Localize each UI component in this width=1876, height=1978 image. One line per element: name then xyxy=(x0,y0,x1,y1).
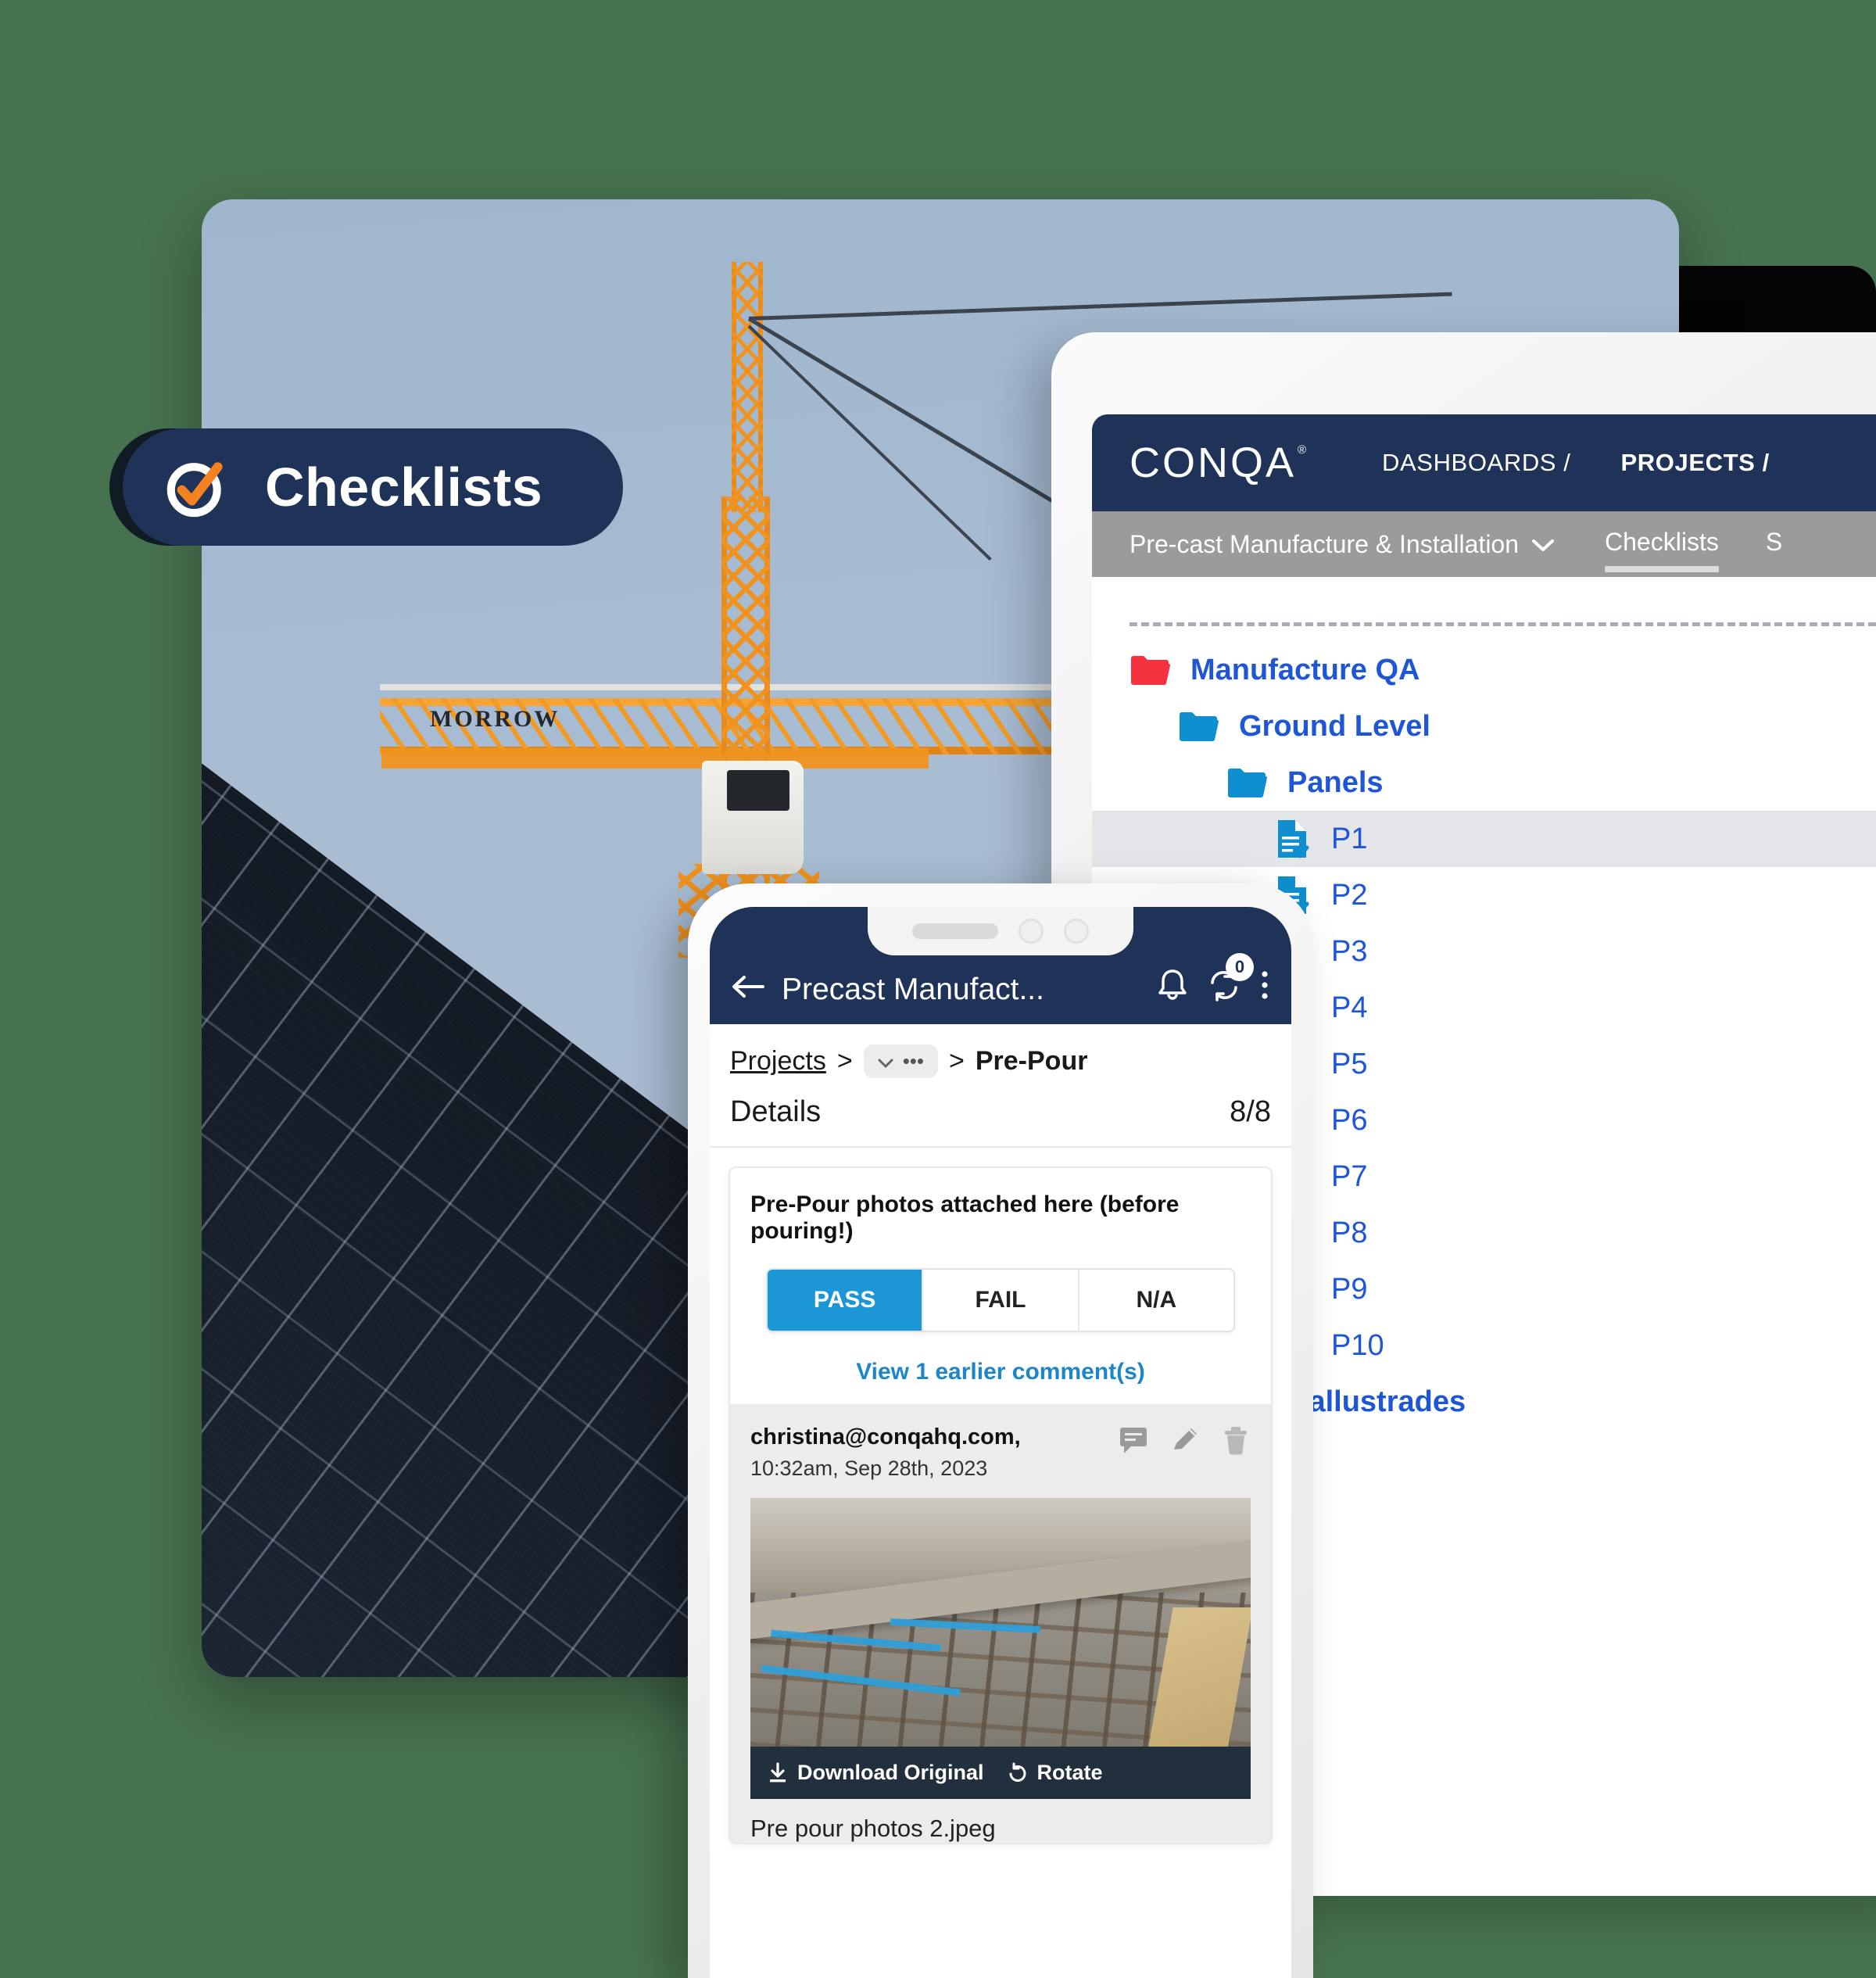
tree-item-ground-level[interactable]: Ground Level xyxy=(1092,698,1876,754)
check-circle-icon xyxy=(160,451,232,523)
tab-checklists[interactable]: Checklists xyxy=(1605,528,1719,572)
comment-block: christina@conqahq.com, 10:32am, Sep 28th… xyxy=(730,1404,1271,1843)
chevron-down-icon xyxy=(1531,530,1555,559)
crane-mast-top xyxy=(732,262,763,512)
tree-item-label: P4 xyxy=(1331,991,1368,1024)
checklist-document-icon xyxy=(1275,818,1311,860)
view-earlier-comments-link[interactable]: View 1 earlier comment(s) xyxy=(750,1359,1251,1385)
comment-timestamp: 10:32am, Sep 28th, 2023 xyxy=(750,1457,988,1480)
rotate-button[interactable]: Rotate xyxy=(1008,1761,1103,1785)
bell-icon[interactable] xyxy=(1155,967,1190,1007)
folder-open-icon xyxy=(1178,710,1219,743)
tablet-topbar: CONQA ® DASHBOARDS / PROJECTS / xyxy=(1092,414,1876,511)
photo-toolbar: Download Original Rotate xyxy=(750,1747,1251,1799)
folder-open-icon xyxy=(1226,766,1267,799)
breadcrumb-separator: > xyxy=(836,1046,853,1076)
tree-item-label: P9 xyxy=(1331,1272,1368,1306)
registered-mark: ® xyxy=(1297,443,1309,457)
crane-brand-label: MORROW xyxy=(430,706,560,732)
phone-notch xyxy=(868,907,1133,955)
checklist-question: Pre-Pour photos attached here (before po… xyxy=(750,1191,1180,1244)
details-progress: 8/8 xyxy=(1230,1095,1271,1128)
tree-item-manufacture-qa[interactable]: Manufacture QA xyxy=(1092,642,1876,698)
tablet-subbar: Pre-cast Manufacture & Installation Chec… xyxy=(1092,511,1876,577)
pass-button[interactable]: PASS xyxy=(768,1270,924,1331)
project-name: Pre-cast Manufacture & Installation xyxy=(1130,529,1520,558)
conqa-logo-text: CONQA xyxy=(1130,439,1297,486)
fail-button[interactable]: FAIL xyxy=(923,1270,1079,1331)
drop-zone-divider xyxy=(1130,622,1876,626)
chevron-down-icon xyxy=(878,1049,893,1073)
tree-item-label: Ground Level xyxy=(1239,709,1430,743)
earpiece-speaker xyxy=(912,923,998,939)
na-button[interactable]: N/A xyxy=(1079,1270,1233,1331)
sync-count-badge: 0 xyxy=(1226,953,1254,981)
tree-item-label: Manufacture QA xyxy=(1190,653,1420,686)
comment-icon[interactable] xyxy=(1118,1424,1151,1460)
tree-item-label: P10 xyxy=(1331,1328,1384,1362)
phone-device: Precast Manufact... 0 Projects > ••• > P… xyxy=(688,883,1313,1978)
breadcrumb-current: Pre-Pour xyxy=(975,1046,1088,1076)
crane-cab-window xyxy=(727,770,789,811)
tablet-tabs: Checklists S xyxy=(1605,528,1782,572)
details-header: Details 8/8 xyxy=(710,1092,1291,1148)
comment-author: christina@conqahq.com, xyxy=(750,1424,1021,1449)
proximity-sensor-icon xyxy=(1064,919,1089,944)
kebab-menu-icon[interactable] xyxy=(1258,967,1271,1007)
tree-item-label: P5 xyxy=(1331,1047,1368,1080)
conqa-logo[interactable]: CONQA ® xyxy=(1130,439,1306,487)
tree-item-label: P8 xyxy=(1331,1216,1368,1249)
tablet-main-nav: DASHBOARDS / PROJECTS / xyxy=(1382,449,1770,477)
breadcrumb-separator: > xyxy=(949,1046,965,1076)
tab-truncated[interactable]: S xyxy=(1766,528,1782,561)
checklists-badge-label: Checklists xyxy=(265,457,543,518)
breadcrumb-collapsed-chip[interactable]: ••• xyxy=(863,1045,938,1078)
project-selector[interactable]: Pre-cast Manufacture & Installation xyxy=(1130,530,1555,559)
download-original-button[interactable]: Download Original xyxy=(768,1761,984,1785)
photo-filename: Pre pour photos 2.jpeg xyxy=(750,1815,996,1842)
download-original-label: Download Original xyxy=(797,1761,984,1784)
pass-fail-na-group: PASS FAIL N/A xyxy=(766,1268,1235,1332)
rotate-label: Rotate xyxy=(1036,1761,1103,1784)
sync-icon[interactable]: 0 xyxy=(1205,953,1254,1007)
rotate-icon xyxy=(1008,1762,1028,1784)
crane-jib-walkway xyxy=(381,748,929,769)
tree-item-label: P2 xyxy=(1331,878,1368,912)
tree-item-label: P6 xyxy=(1331,1103,1368,1137)
comment-photo[interactable] xyxy=(750,1498,1251,1747)
tree-item-label: P3 xyxy=(1331,934,1368,968)
phone-screen: Precast Manufact... 0 Projects > ••• > P… xyxy=(710,907,1291,1978)
breadcrumb-ellipsis: ••• xyxy=(902,1049,924,1073)
nav-item-dashboards[interactable]: DASHBOARDS / xyxy=(1382,449,1570,477)
tree-item-label: Panels xyxy=(1287,765,1384,799)
tree-item-label: P7 xyxy=(1331,1159,1368,1193)
nav-item-projects[interactable]: PROJECTS / xyxy=(1621,449,1770,477)
comment-actions xyxy=(1118,1424,1251,1460)
folder-open-icon xyxy=(1130,654,1170,686)
arrow-left-icon[interactable] xyxy=(730,973,766,1007)
breadcrumb: Projects > ••• > Pre-Pour xyxy=(710,1024,1291,1092)
breadcrumb-projects[interactable]: Projects xyxy=(730,1046,826,1077)
comment-header: christina@conqahq.com, 10:32am, Sep 28th… xyxy=(750,1424,1251,1481)
details-label: Details xyxy=(730,1095,822,1128)
trash-delete-icon[interactable] xyxy=(1221,1424,1251,1460)
front-camera-icon xyxy=(1019,919,1044,944)
tree-item-panels[interactable]: Panels xyxy=(1092,754,1876,811)
phone-title: Precast Manufact... xyxy=(782,973,1044,1006)
tree-item-label: Ballustrades xyxy=(1287,1385,1466,1418)
checklist-item-card: Pre-Pour photos attached here (before po… xyxy=(729,1166,1273,1844)
download-icon xyxy=(768,1761,788,1784)
tree-item-label: P1 xyxy=(1331,822,1368,855)
pencil-edit-icon[interactable] xyxy=(1169,1424,1202,1460)
checklists-badge: Checklists xyxy=(123,428,623,546)
tree-item-p1[interactable]: P1 xyxy=(1092,811,1876,867)
